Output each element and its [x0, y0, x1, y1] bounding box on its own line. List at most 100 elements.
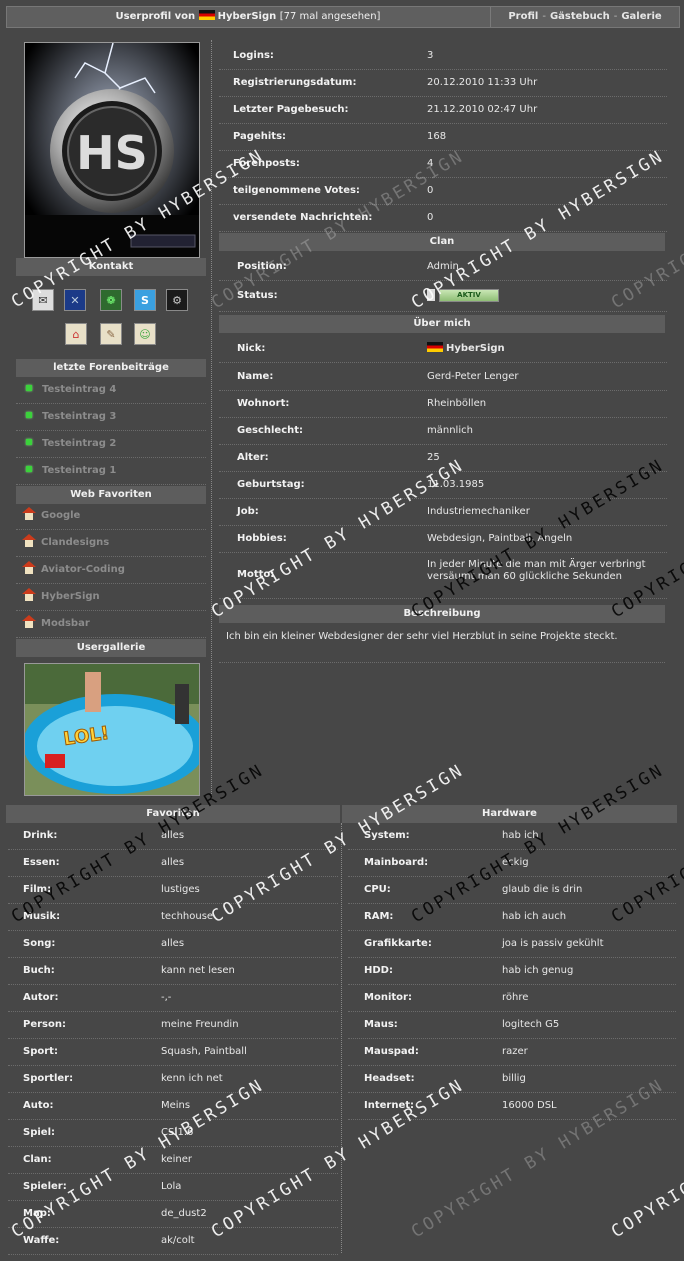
web-favorite-label: Modsbar: [41, 618, 90, 629]
table-row: Internet: 16000 DSL: [348, 1092, 676, 1120]
favorite-label: Person:: [23, 1019, 66, 1030]
hardware-label: Mainboard:: [364, 857, 429, 868]
favorite-value: lustiges: [161, 884, 200, 895]
view-count: [77 mal angesehen]: [279, 11, 381, 22]
german-flag-icon: [427, 342, 443, 352]
mail-icon[interactable]: ✉: [32, 289, 54, 311]
profile-header-bar: Userprofil von HyberSign [77 mal angeseh…: [6, 6, 680, 28]
hardware-label: Headset:: [364, 1073, 415, 1084]
web-favorite-label: Clandesigns: [41, 537, 110, 548]
favorite-label: Spieler:: [23, 1181, 67, 1192]
web-favorite-link[interactable]: Aviator-Coding: [16, 557, 206, 584]
stat-label: Logins:: [233, 50, 274, 61]
table-row: CPU: glaub die is drin: [348, 876, 676, 904]
hardware-value: joa is passiv gekühlt: [502, 938, 604, 949]
nav-guestbook-link[interactable]: Gästebuch: [550, 11, 610, 22]
web-favorite-link[interactable]: Clandesigns: [16, 530, 206, 557]
table-row: Status: AKTIV: [219, 281, 667, 312]
table-row: Waffe: ak/colt: [8, 1227, 338, 1255]
forum-post-item[interactable]: Testeintrag 3: [16, 404, 206, 431]
table-row: Registrierungsdatum: 20.12.2010 11:33 Uhr: [219, 69, 667, 97]
stat-label: Pagehits:: [233, 131, 287, 142]
favorite-label: Map:: [23, 1208, 51, 1219]
clan-position-value: Admin: [427, 261, 459, 272]
hardware-label: Mauspad:: [364, 1046, 419, 1057]
favorite-value: techhouse: [161, 911, 214, 922]
clan-status-label: Status:: [237, 290, 278, 301]
table-row: Logins: 3: [219, 42, 667, 70]
web-favorite-label: Google: [41, 510, 81, 521]
nav-separator: -: [613, 11, 618, 22]
table-row: Sportler: kenn ich net: [8, 1065, 338, 1093]
post-bullet-icon: [26, 466, 32, 472]
home-icon: [22, 588, 36, 601]
web-favorite-link[interactable]: Google: [16, 503, 206, 530]
favorite-label: Drink:: [23, 830, 58, 841]
clan-section-title: Clan: [219, 233, 665, 251]
forum-posts-title: letzte Forenbeiträge: [16, 359, 206, 377]
gallery-title: Usergallerie: [16, 639, 206, 657]
hardware-value: 16000 DSL: [502, 1100, 557, 1111]
favorite-value: alles: [161, 938, 185, 949]
table-row: Headset: billig: [348, 1065, 676, 1093]
favorite-value: alles: [161, 830, 185, 841]
stat-label: teilgenommene Votes:: [233, 185, 360, 196]
stat-value: 21.12.2010 02:47 Uhr: [427, 104, 538, 115]
icq-icon[interactable]: ❁: [100, 289, 122, 311]
stat-label: Registrierungsdatum:: [233, 77, 357, 88]
header-username[interactable]: HyberSign: [218, 11, 277, 22]
nav-profil-link[interactable]: Profil: [508, 11, 538, 22]
table-row: Pagehits: 168: [219, 123, 667, 151]
web-favorite-label: Aviator-Coding: [41, 564, 125, 575]
xfire-icon[interactable]: ✕: [64, 289, 86, 311]
post-bullet-icon: [26, 439, 32, 445]
favorite-label: Autor:: [23, 992, 59, 1003]
guestbook-icon[interactable]: ✎: [100, 323, 122, 345]
table-row: Map: de_dust2: [8, 1200, 338, 1228]
stat-label: Forenposts:: [233, 158, 300, 169]
forum-post-item[interactable]: Testeintrag 1: [16, 458, 206, 485]
table-row: Position: Admin: [219, 253, 667, 281]
favorite-value: Meins: [161, 1100, 191, 1111]
web-favorite-link[interactable]: Modsbar: [16, 611, 206, 638]
favorite-value: alles: [161, 857, 185, 868]
table-row: Auto: Meins: [8, 1092, 338, 1120]
about-label: Hobbies:: [237, 533, 287, 544]
hardware-value: billig: [502, 1073, 526, 1084]
favorite-value: ak/colt: [161, 1235, 195, 1246]
table-row: Spieler: Lola: [8, 1173, 338, 1201]
table-row: Grafikkarte: joa is passiv gekühlt: [348, 930, 676, 958]
favorite-label: Musik:: [23, 911, 61, 922]
favorite-label: Film:: [23, 884, 52, 895]
favorite-label: Sportler:: [23, 1073, 74, 1084]
homepage-icon[interactable]: ⌂: [65, 323, 87, 345]
hardware-value: glaub die is drin: [502, 884, 583, 895]
home-icon: [22, 615, 36, 628]
forum-post-label: Testeintrag 1: [42, 465, 117, 476]
stat-value: 0: [427, 212, 434, 223]
steam-icon[interactable]: ⚙: [166, 289, 188, 311]
clan-position-label: Position:: [237, 261, 287, 272]
about-value: Webdesign, Paintball, Angeln: [427, 533, 573, 544]
forum-post-item[interactable]: Testeintrag 2: [16, 431, 206, 458]
web-favorite-link[interactable]: HyberSign: [16, 584, 206, 611]
add-buddy-icon[interactable]: ☺: [134, 323, 156, 345]
about-label: Geschlecht:: [237, 425, 304, 436]
nav-gallery-link[interactable]: Galerie: [621, 11, 661, 22]
table-row: Geburtstag: 11.03.1985: [219, 471, 667, 499]
hardware-value: hab ich: [502, 830, 539, 841]
user-avatar: HS: [24, 42, 200, 258]
favorite-value: kann net lesen: [161, 965, 235, 976]
table-row: HDD: hab ich genug: [348, 957, 676, 985]
table-row: System: hab ich: [348, 822, 676, 850]
table-row: teilgenommene Votes: 0: [219, 177, 667, 205]
forum-post-item[interactable]: Testeintrag 4: [16, 377, 206, 404]
table-row: Essen: alles: [8, 849, 338, 877]
favorite-label: Auto:: [23, 1100, 54, 1111]
skype-icon[interactable]: S: [134, 289, 156, 311]
about-nick-value[interactable]: HyberSign: [446, 343, 505, 354]
gallery-thumbnail[interactable]: LOL!: [24, 663, 200, 796]
hardware-value: logitech G5: [502, 1019, 560, 1030]
hardware-value: röhre: [502, 992, 529, 1003]
profile-title: Userprofil von HyberSign [77 mal angeseh…: [7, 7, 489, 27]
